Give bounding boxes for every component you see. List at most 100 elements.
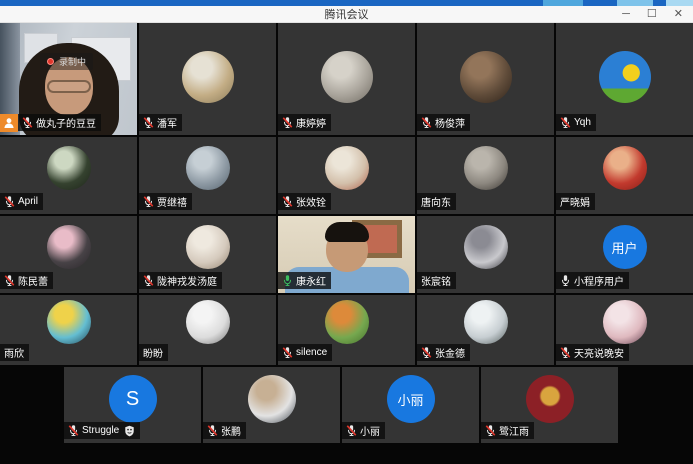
name-label-body: Yqh [556,114,596,131]
participant-tile[interactable]: 张宸铭 [417,216,554,293]
avatar-image [182,51,234,103]
participant-name-label: 天亮说晚安 [556,344,629,361]
avatar-image [325,146,369,190]
avatar-image [603,300,647,344]
participant-tile[interactable]: April [0,137,137,214]
avatar-image [248,375,296,423]
participant-tile[interactable]: 张金德 [417,295,554,365]
participant-name: silence [296,347,327,358]
participant-name: 鹭江雨 [499,423,529,438]
avatar-image [186,146,230,190]
participant-tile[interactable]: 张效铨 [278,137,415,214]
avatar-image [321,51,373,103]
participant-tile[interactable]: 陇神戎发汤庭 [139,216,276,293]
participant-name: 康永红 [296,273,326,288]
participant-name-label: 盼盼 [139,344,168,361]
participant-name: 小丽 [360,423,380,438]
name-label-body: 陇神戎发汤庭 [139,272,222,289]
avatar-initial [599,51,651,103]
participant-tile[interactable]: 天亮说晚安 [556,295,693,365]
mic-muted-icon [143,195,154,208]
participant-tile[interactable]: 录制中做丸子的豆豆 [0,23,137,135]
participant-tile[interactable]: SStruggle [64,367,201,443]
participant-tile[interactable]: 陈民蕾 [0,216,137,293]
mic-muted-icon [560,116,571,129]
recording-label: 录制中 [59,55,86,68]
mic-muted-icon [346,424,357,437]
participant-tile[interactable]: 小丽小丽 [342,367,479,443]
name-label-body: 盼盼 [139,344,168,361]
avatar-image [47,300,91,344]
participant-tile[interactable]: 用户小程序用户 [556,216,693,293]
participant-name: 张效铨 [296,194,326,209]
participant-name-label: April [0,193,43,210]
participant-name: 唐向东 [421,194,451,209]
participant-name-label: 杨俊萍 [417,114,470,131]
participant-name-label: 康婷婷 [278,114,331,131]
participant-name: 潘军 [157,115,177,130]
participant-tile[interactable]: 潘军 [139,23,276,135]
mic-muted-icon [22,116,33,129]
mic-muted-icon [4,195,15,208]
mic-muted-icon [207,424,218,437]
avatar-image [603,146,647,190]
participant-name-label: 小程序用户 [556,272,629,289]
participant-tile[interactable]: 严晓娟 [556,137,693,214]
participant-tile[interactable]: 贾继禧 [139,137,276,214]
avatar-initial-text: 小丽 [397,390,423,409]
avatar-image [464,300,508,344]
participant-name: 陈民蕾 [18,273,48,288]
name-label-body: 潘军 [139,114,182,131]
mic-muted-icon [282,195,293,208]
name-label-body: 鹭江雨 [481,422,534,439]
minimize-button[interactable]: ─ [622,9,630,20]
participant-name-label: 鹭江雨 [481,422,534,439]
avatar-image [186,300,230,344]
name-label-body: 严晓娟 [556,193,595,210]
participant-tile[interactable]: 盼盼 [139,295,276,365]
participant-name: 张鹏 [221,423,241,438]
member-badge-icon [0,114,18,132]
participant-tile[interactable]: 唐向东 [417,137,554,214]
name-label-body: 康永红 [278,272,331,289]
participant-name: 雨欣 [4,345,24,360]
participant-tile[interactable]: silence [278,295,415,365]
participant-tile[interactable]: 张鹏 [203,367,340,443]
participant-tile[interactable]: 鹭江雨 [481,367,618,443]
participant-name-label: 张鹏 [203,422,246,439]
participant-tile[interactable]: 康永红 [278,216,415,293]
name-label-body: 雨欣 [0,344,29,361]
mic-muted-icon [485,424,496,437]
avatar-emblem [526,375,574,423]
mic-on-icon [560,274,571,287]
participant-name: 天亮说晚安 [574,345,624,360]
participant-name-label: 陈民蕾 [0,272,53,289]
name-label-body: 唐向东 [417,193,456,210]
shield-badge-icon [124,425,135,437]
participant-name-label: Struggle [64,422,140,439]
participant-name: 小程序用户 [574,273,624,288]
name-label-body: 张金德 [417,344,470,361]
avatar-initial: 用户 [603,225,647,269]
participant-name: 做丸子的豆豆 [36,115,96,130]
window-controls: ─ ☐ ✕ [622,6,683,22]
participant-name-label: 陇神戎发汤庭 [139,272,222,289]
avatar-image [186,225,230,269]
participant-tile[interactable]: Yqh [556,23,693,135]
avatar-image [325,300,369,344]
name-label-body: 张宸铭 [417,272,456,289]
mic-muted-icon [143,116,154,129]
participant-tile[interactable]: 康婷婷 [278,23,415,135]
sb-hair-shape [325,222,369,242]
mic-speaking-icon [282,274,293,287]
name-label-body: 做丸子的豆豆 [18,114,101,131]
name-label-body: 贾继禧 [139,193,192,210]
mic-muted-icon [421,346,432,359]
maximize-button[interactable]: ☐ [647,9,657,20]
participant-name: 康婷婷 [296,115,326,130]
mic-muted-icon [4,274,15,287]
participant-tile[interactable]: 雨欣 [0,295,137,365]
participant-tile[interactable]: 杨俊萍 [417,23,554,135]
participant-name-label: 张效铨 [278,193,331,210]
close-button[interactable]: ✕ [674,9,683,20]
